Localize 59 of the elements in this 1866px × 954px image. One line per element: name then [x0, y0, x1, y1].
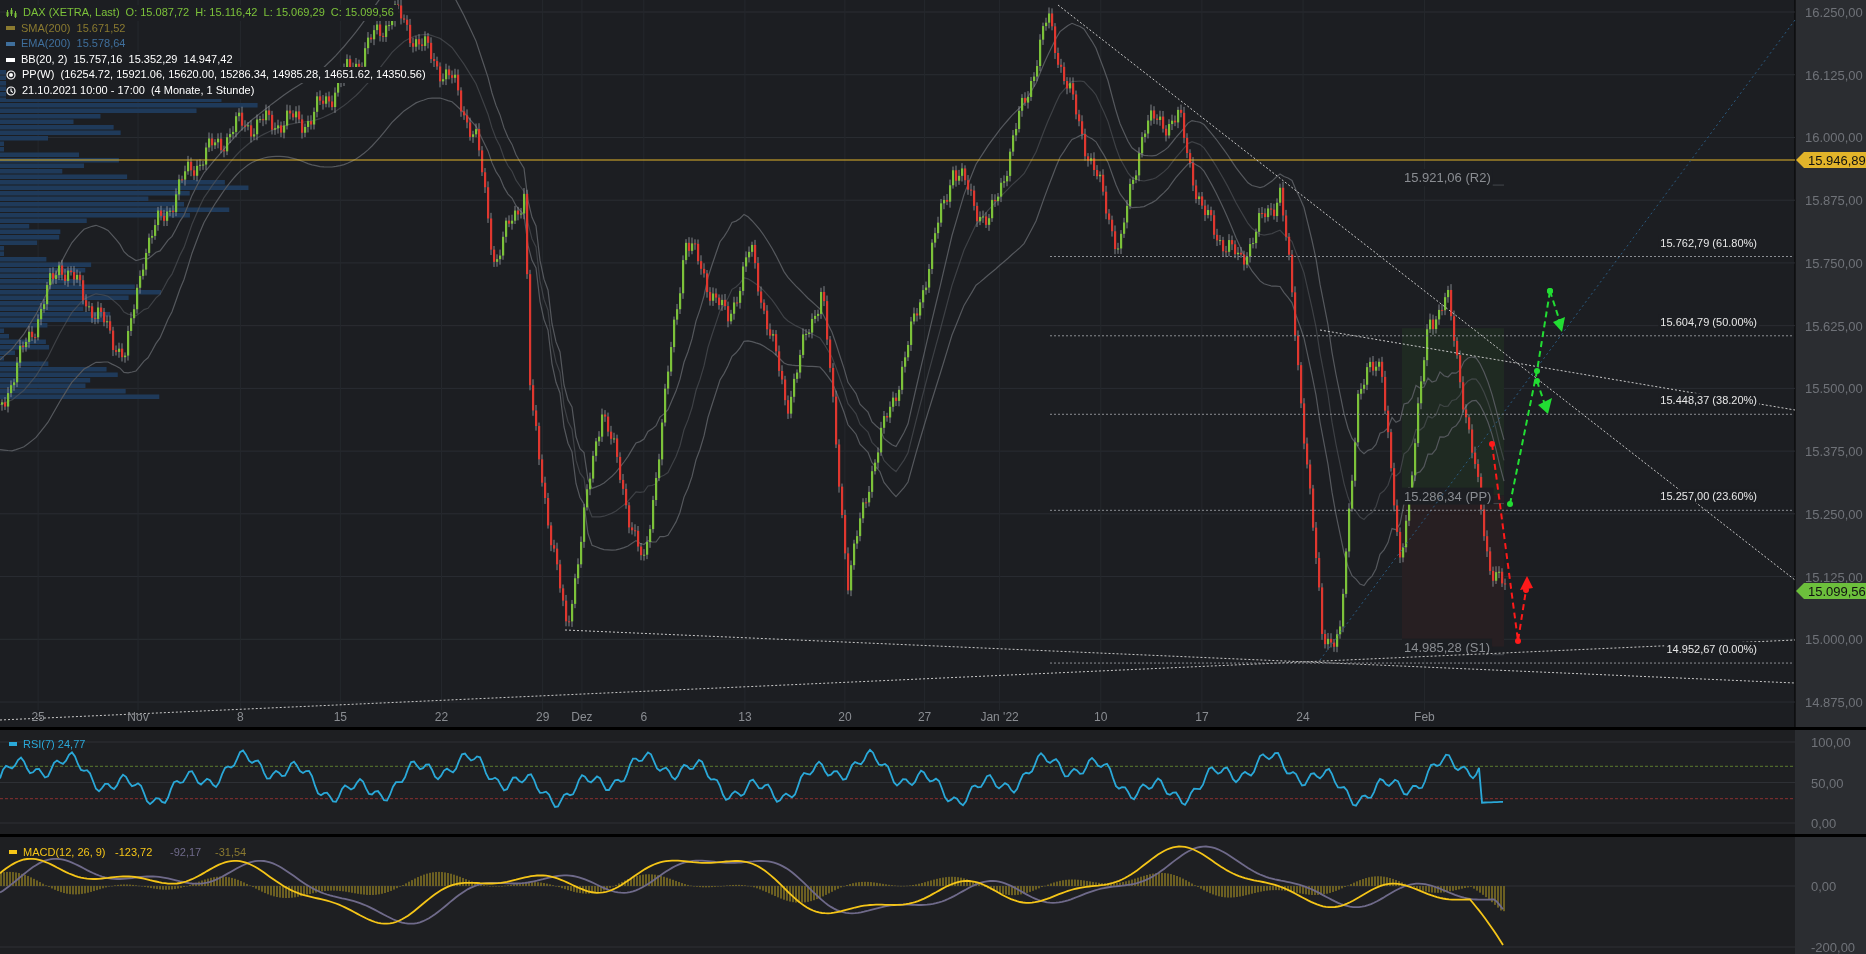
ohlc-values: O: 15.087,72 H: 15.116,42 L: 15.069,29 C: 15.099,56 — [125, 5, 394, 20]
price-marker: 15.946,89 — [1796, 152, 1866, 168]
date-label: 17 — [1195, 710, 1209, 724]
price-tick-label: 15.750,00 — [1805, 255, 1863, 271]
price-tick-label: 15.125,00 — [1805, 569, 1863, 585]
macd-value: -31,54 — [215, 846, 247, 858]
price-tick-label: 15.500,00 — [1805, 381, 1863, 397]
price-tick-label: 16.125,00 — [1805, 67, 1863, 83]
rsi-tick-label: 100,00 — [1811, 735, 1851, 750]
fib-level-label: 15.257,00 (23.60%) — [1658, 489, 1759, 504]
price-tick-label: 15.875,00 — [1805, 193, 1863, 209]
macd-value: -92,17 — [170, 846, 202, 858]
date-label: Feb — [1414, 710, 1435, 724]
date-label: 10 — [1094, 710, 1108, 724]
date-label: 20 — [838, 710, 852, 724]
candlestick-icon — [6, 7, 17, 19]
macd-swatch — [9, 850, 17, 854]
date-label: 27 — [917, 710, 932, 724]
period-range: 21.10.2021 10:00 - 17:00 — [22, 82, 145, 98]
date-label: 22 — [434, 710, 449, 724]
rsi-tick-label: 0,00 — [1811, 816, 1837, 831]
period-span: (4 Monate, 1 Stunde) — [150, 82, 255, 98]
pivot-label: 15.921,06 (R2) — [1402, 169, 1493, 187]
price-tick-label: 14.875,00 — [1805, 695, 1863, 711]
price-tick-label: 15.000,00 — [1805, 632, 1863, 648]
date-label: 24 — [1296, 710, 1310, 724]
pivot-values: PP(W) (16254.72, 15921.06, 15620.00, 15286.34, 14985.28, 14651.62, 14350.56) — [22, 67, 426, 83]
indicator-value: 15.671,52 — [76, 20, 126, 36]
date-label: 13 — [738, 710, 752, 724]
price-tick-label: 16.250,00 — [1805, 5, 1863, 20]
macd-tick-label: 0,00 — [1811, 879, 1837, 894]
date-label: 15 — [333, 710, 347, 724]
instrument-title: DAX (XETRA, Last) — [23, 5, 120, 20]
macd-value: -123,72 — [115, 846, 153, 858]
date-label: Dez — [571, 710, 593, 724]
indicator-label: SMA(200) — [21, 20, 71, 36]
indicator-label: BB(20, 2) — [21, 51, 68, 67]
date-label: 6 — [640, 710, 648, 724]
price-tick-label: 15.375,00 — [1805, 444, 1863, 460]
date-label: Jan '22 — [980, 710, 1019, 724]
macd-label: MACD(12, 26, 9) — [23, 846, 106, 858]
fib-level-label: 14.952,67 (0.00%) — [1664, 642, 1759, 657]
price-marker: 15.099,56 — [1796, 583, 1866, 599]
date-label: 8 — [237, 710, 244, 724]
clock-icon — [6, 85, 16, 96]
indicator-label: EMA(200) — [21, 36, 71, 52]
indicator-value: 15.578,64 — [76, 36, 126, 52]
rsi-legend: RSI(7) 24,77 — [9, 738, 86, 750]
price-tick-label: 15.250,00 — [1805, 506, 1863, 522]
date-label: Nov — [127, 710, 149, 724]
price-tick-label: 16.000,00 — [1805, 130, 1863, 146]
price-tick-label: 15.625,00 — [1805, 318, 1863, 334]
macd-tick-label: -200,00 — [1811, 940, 1856, 954]
fib-level-label: 15.448,37 (38.20%) — [1658, 393, 1759, 408]
rsi-tick-label: 50,00 — [1811, 775, 1844, 791]
target-icon — [6, 70, 16, 81]
date-label: 29 — [535, 710, 550, 724]
date-label: 25 — [31, 710, 45, 724]
indicator-value: 15.757,16 15.352,29 14.947,42 — [73, 51, 233, 67]
